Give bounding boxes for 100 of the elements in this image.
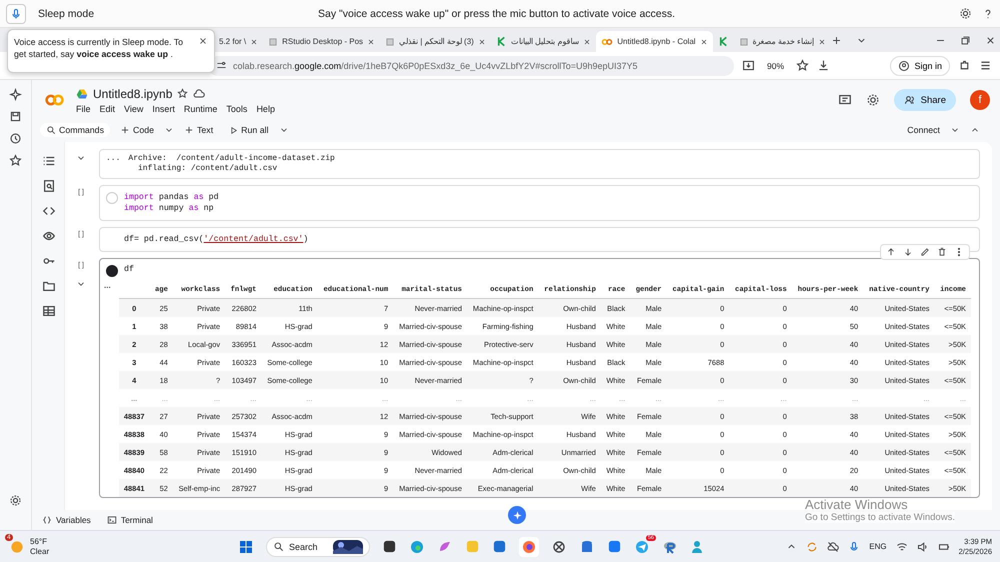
eye-icon[interactable] xyxy=(42,229,56,243)
gemini-button[interactable] xyxy=(508,506,526,524)
microphone-button[interactable] xyxy=(6,4,26,24)
history-icon[interactable] xyxy=(9,132,22,145)
sparkle-icon xyxy=(512,510,522,520)
close-icon[interactable] xyxy=(818,38,826,46)
page-icon xyxy=(738,36,749,46)
close-icon[interactable] xyxy=(367,38,376,46)
browser-tab[interactable]: (3) لوحة التحكم | نقذلي xyxy=(380,31,491,52)
temperature: 56°F xyxy=(30,536,48,546)
settings-icon[interactable] xyxy=(9,494,22,507)
taskbar-search[interactable]: Search xyxy=(266,536,370,556)
code-icon[interactable] xyxy=(42,204,56,218)
close-icon[interactable] xyxy=(985,34,996,46)
code-cell[interactable]: import pandas as pd import numpy as np xyxy=(99,185,980,221)
browser-tab[interactable]: إنشاء خدمة مصغرة xyxy=(734,31,831,52)
notebook-title[interactable]: Untitled8.ipynb xyxy=(93,86,172,100)
cloud-icon[interactable] xyxy=(193,88,206,100)
run-all-button[interactable]: Run all xyxy=(223,123,275,137)
run-button[interactable] xyxy=(106,265,118,277)
add-code-button[interactable]: Code xyxy=(114,123,160,137)
drive-icon[interactable] xyxy=(76,88,88,100)
k-logo-icon xyxy=(496,36,507,47)
arrow-up-icon[interactable] xyxy=(886,247,896,257)
menu-item[interactable]: Edit xyxy=(100,104,116,114)
menu-item[interactable]: File xyxy=(76,104,91,114)
search-icon xyxy=(46,125,56,135)
close-icon[interactable] xyxy=(583,38,592,46)
extensions-icon[interactable] xyxy=(958,59,971,72)
close-icon[interactable] xyxy=(250,38,258,46)
save-icon[interactable] xyxy=(9,110,22,123)
activation-hint: Go to Settings to activate Windows. xyxy=(805,512,955,523)
table-icon[interactable] xyxy=(42,304,56,318)
add-text-button[interactable]: Text xyxy=(178,123,220,137)
find-icon[interactable] xyxy=(42,179,56,193)
browser-icon[interactable] xyxy=(409,538,425,554)
menu-item[interactable]: Runtime xyxy=(184,104,218,114)
microphone-icon[interactable] xyxy=(848,540,860,552)
page-icon xyxy=(268,36,278,46)
database-icon[interactable] xyxy=(579,538,595,554)
sign-in-button[interactable]: Sign in xyxy=(890,56,950,76)
telegram-icon[interactable] xyxy=(634,538,650,554)
code-line: import pandas as pd xyxy=(124,192,220,203)
activation-title: Activate Windows xyxy=(805,497,908,512)
menu-item[interactable]: Help xyxy=(256,104,275,114)
braces-icon xyxy=(42,515,52,525)
browser-tab[interactable]: ساقوم بتحليل البيانات xyxy=(490,31,596,52)
menu-item[interactable]: Tools xyxy=(226,104,248,114)
code-line: df= pd.read_csv('/content/adult.csv') xyxy=(124,234,310,245)
voice-message: Say "voice access wake up" or press the mic button to activate voice access. xyxy=(318,8,676,20)
site-settings-icon[interactable] xyxy=(216,60,227,71)
account-avatar[interactable]: f xyxy=(970,90,990,110)
close-icon[interactable] xyxy=(700,38,708,46)
output-line: inflating: /content/adult.csv xyxy=(137,164,278,174)
settings-icon[interactable] xyxy=(959,7,972,20)
code-line: import numpy as np xyxy=(124,203,215,214)
input-language[interactable]: ENG xyxy=(869,542,887,551)
restore-icon[interactable] xyxy=(960,34,971,46)
variables-button[interactable]: Variables xyxy=(42,515,91,525)
browser-tab[interactable]: 5.2 for \ xyxy=(214,31,264,52)
output-marker[interactable]: ... xyxy=(106,154,120,174)
code-cell[interactable]: df= pd.read_csv('/content/adult.csv') xyxy=(99,227,980,252)
code-line: df xyxy=(124,264,134,274)
pencil-icon[interactable] xyxy=(920,247,930,257)
new-tab-icon[interactable] xyxy=(831,34,842,46)
sync-icon[interactable] xyxy=(806,540,818,552)
download-icon[interactable] xyxy=(817,59,830,72)
plus-icon xyxy=(120,125,130,135)
search-icon xyxy=(273,541,284,552)
commands-button[interactable]: Commands xyxy=(40,123,110,137)
arrow-down-icon[interactable] xyxy=(903,247,913,257)
share-button[interactable]: Share xyxy=(894,89,956,111)
wifi-icon[interactable] xyxy=(896,540,908,552)
output-line: Archive: /content/adult-income-dataset.zip xyxy=(128,154,335,164)
cloud-off-icon[interactable] xyxy=(827,540,840,552)
toc-icon[interactable] xyxy=(42,154,56,168)
output-marker[interactable]: ... xyxy=(104,281,111,497)
voice-status: Sleep mode xyxy=(38,8,96,20)
speaker-icon[interactable] xyxy=(916,540,929,552)
menu-item[interactable]: View xyxy=(124,104,144,114)
star-icon[interactable] xyxy=(796,59,810,72)
weather-condition: Clear xyxy=(30,546,50,556)
comment-icon[interactable] xyxy=(838,93,852,107)
close-icon[interactable] xyxy=(478,38,486,46)
browser-tab[interactable]: Untitled8.ipynb - Colal xyxy=(596,31,713,52)
close-icon[interactable] xyxy=(198,36,208,46)
sparkle-icon[interactable] xyxy=(9,88,22,101)
star-icon[interactable] xyxy=(9,154,22,167)
windows-logo-icon[interactable] xyxy=(238,538,254,554)
terminal-icon xyxy=(106,515,117,525)
star-icon[interactable] xyxy=(177,88,188,99)
terminal-button[interactable]: Terminal xyxy=(106,515,153,525)
trash-icon[interactable] xyxy=(937,247,947,257)
browser-tab[interactable]: RStudio Desktop - Pos xyxy=(263,31,380,52)
install-app-icon[interactable] xyxy=(742,59,755,72)
settings-icon[interactable] xyxy=(866,93,880,107)
people-icon xyxy=(904,94,916,106)
menu-item[interactable]: Insert xyxy=(152,104,175,114)
connect-button[interactable]: Connect xyxy=(907,125,940,135)
menu-icon[interactable] xyxy=(979,59,992,72)
